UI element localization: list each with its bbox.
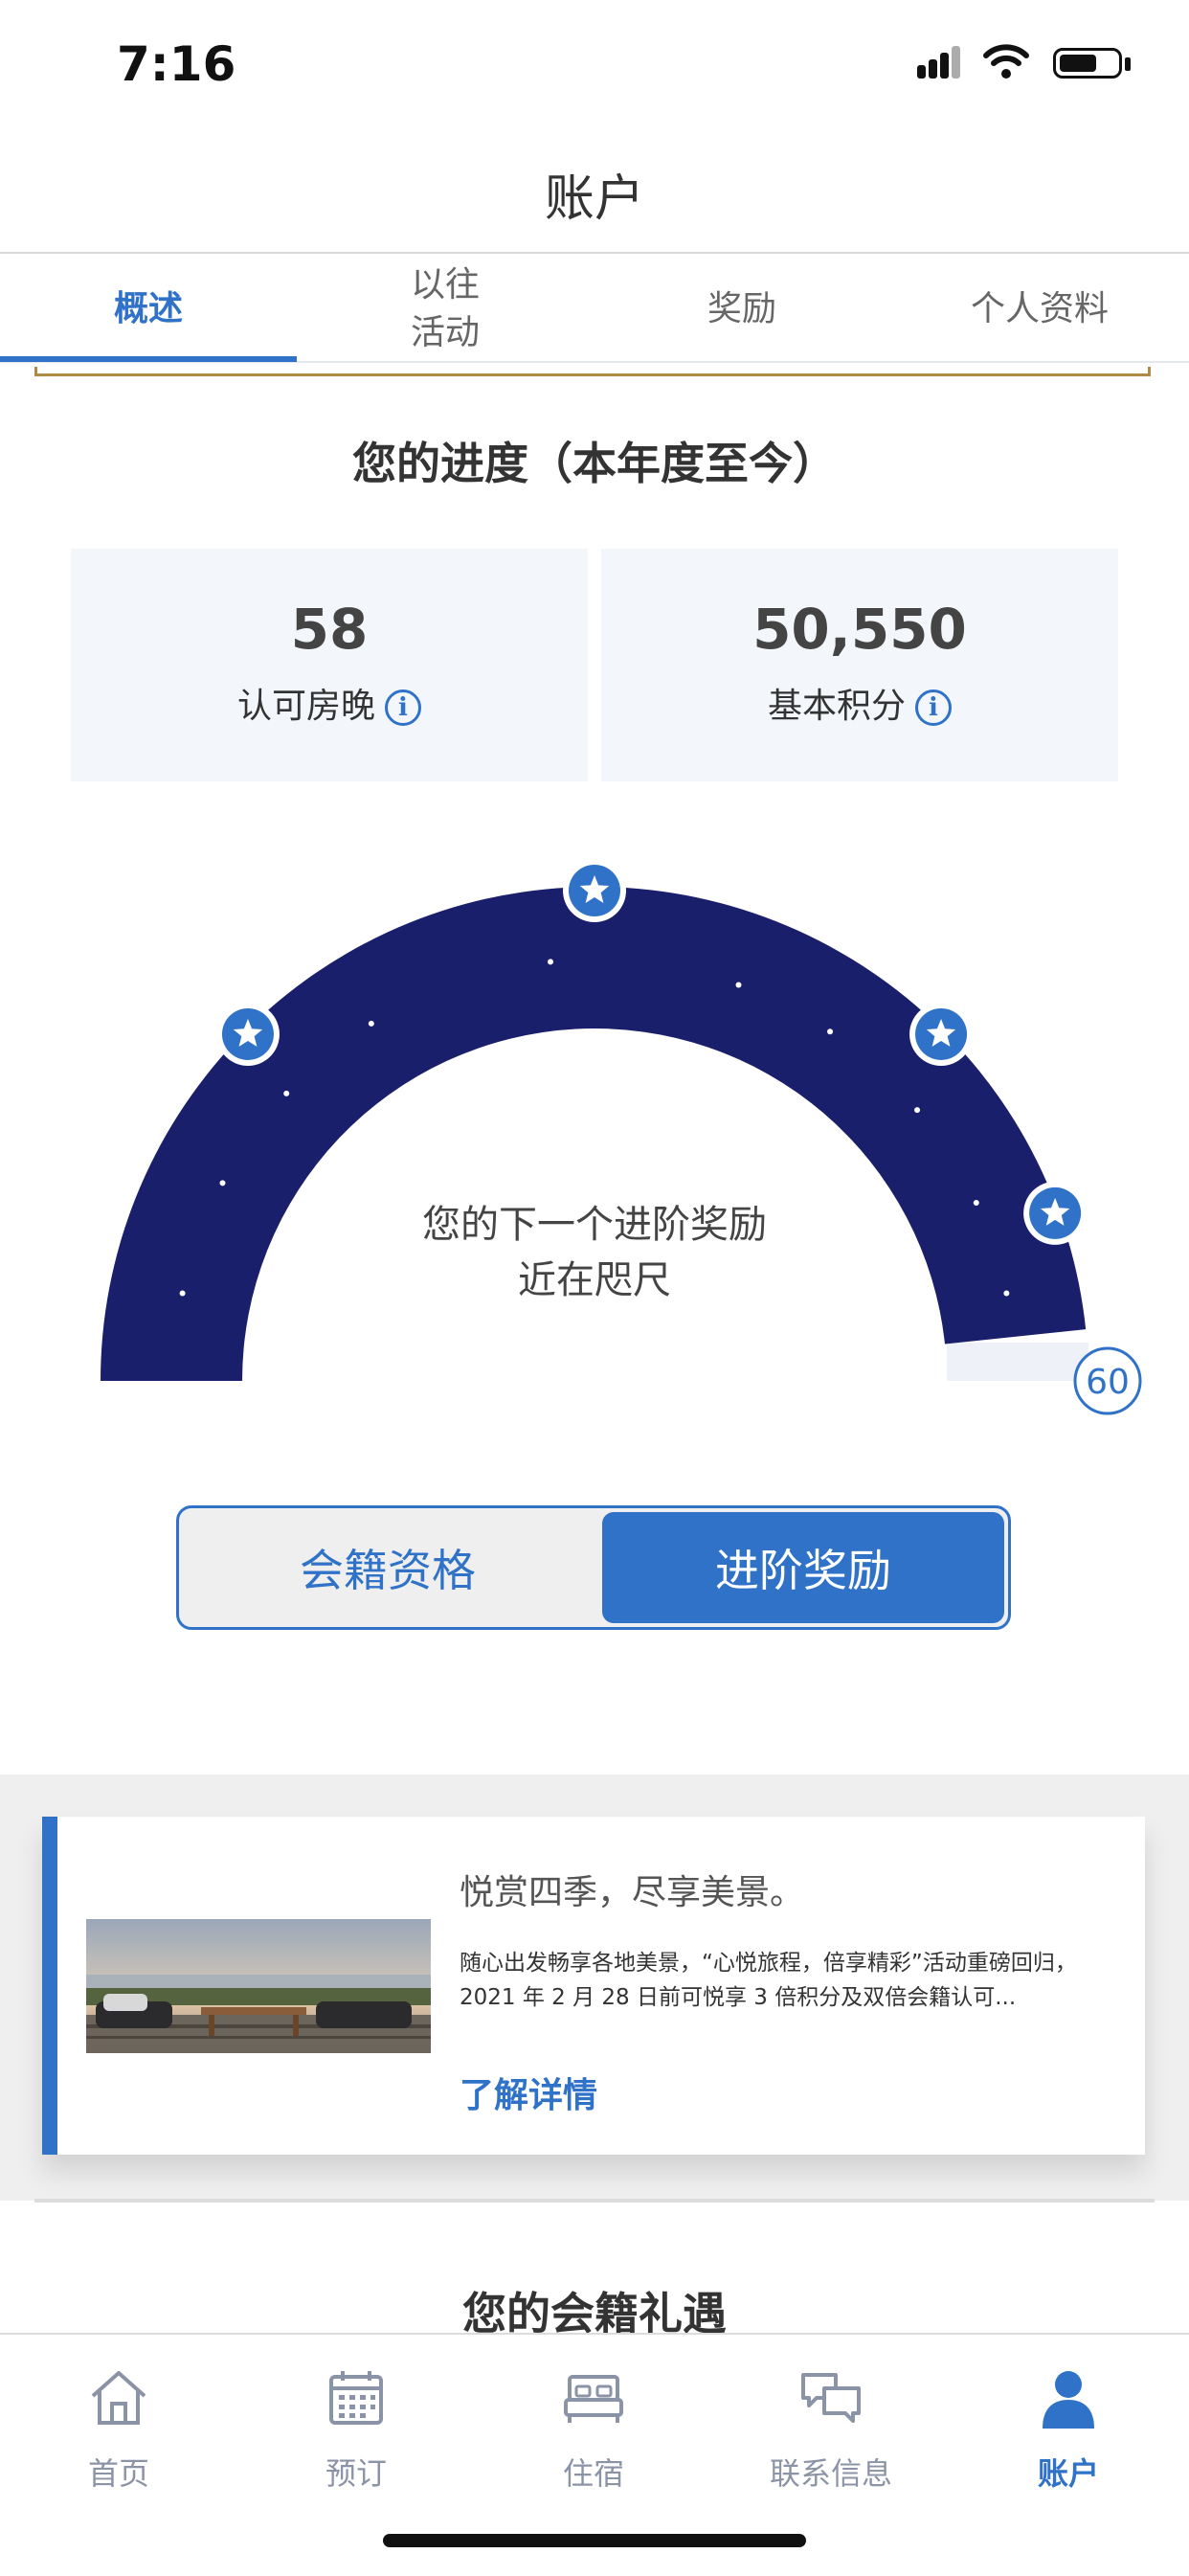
nav-account-label: 账户	[1037, 2455, 1099, 2492]
stat-card-nights: 58 认可房晚 i	[71, 549, 588, 781]
wifi-icon	[983, 44, 1029, 79]
progress-gauge: 60	[101, 859, 1142, 1415]
gauge-dot	[283, 1090, 290, 1096]
stat-card-points: 50,550 基本积分 i	[601, 549, 1118, 781]
learn-more-link[interactable]: 了解详情	[460, 2068, 597, 2117]
points-label: 基本积分	[767, 687, 906, 726]
segment-milestone-rewards-button[interactable]: 进阶奖励	[602, 1512, 1004, 1623]
nav-stays[interactable]: 住宿	[475, 2354, 712, 2497]
header-divider	[0, 252, 1189, 254]
gauge-message-line2: 近在咫尺	[518, 1258, 671, 1302]
promo-accent-bar	[42, 1817, 57, 2155]
promo-image	[86, 1919, 431, 2053]
nav-home-label: 首页	[87, 2455, 149, 2492]
gauge-dot	[914, 1107, 921, 1114]
promo-title: 悦赏四季，尽享美景。	[460, 1873, 805, 1912]
progress-title: 您的进度（本年度至今）	[352, 438, 837, 489]
gauge-dot	[219, 1180, 226, 1186]
battery-icon	[1053, 48, 1122, 79]
gauge-max-label: 60	[1086, 1363, 1130, 1402]
tab-overview[interactable]: 概述	[0, 257, 297, 362]
tab-past-activity[interactable]: 以往 活动	[297, 257, 594, 362]
home-indicator	[383, 2534, 806, 2547]
cellular-signal-icon	[917, 46, 961, 80]
page-title: 账户	[544, 170, 644, 228]
tab-rewards[interactable]: 奖励	[594, 257, 890, 362]
nav-contact-label: 联系信息	[769, 2455, 892, 2492]
segmented-control: 会籍资格 进阶奖励	[176, 1505, 1011, 1630]
gauge-remaining-track	[947, 1343, 1088, 1381]
gauge-message-line1: 您的下一个进阶奖励	[422, 1203, 767, 1247]
points-value: 50,550	[752, 597, 967, 662]
status-time: 7:16	[117, 36, 236, 92]
chat-icon	[801, 2373, 861, 2423]
nav-stays-label: 住宿	[562, 2455, 624, 2492]
nights-value: 58	[290, 597, 369, 662]
nav-home[interactable]: 首页	[0, 2354, 237, 2497]
person-icon	[1043, 2371, 1094, 2429]
info-icon[interactable]: i	[385, 689, 421, 726]
promo-card[interactable]: 悦赏四季，尽享美景。 随心出发畅享各地美景，“心悦旅程，倍享精彩”活动重磅回归，…	[42, 1817, 1145, 2155]
bed-icon	[564, 2375, 623, 2423]
active-tab-indicator	[0, 356, 297, 362]
home-icon	[91, 2371, 146, 2425]
info-icon[interactable]: i	[915, 689, 952, 726]
nav-booking-label: 预订	[325, 2455, 387, 2492]
tab-profile[interactable]: 个人资料	[890, 257, 1189, 362]
gauge-dot	[368, 1020, 374, 1027]
gauge-dot	[827, 1028, 834, 1035]
nav-booking[interactable]: 预订	[237, 2354, 475, 2497]
gauge-message: 您的下一个进阶奖励 近在咫尺	[0, 1197, 1189, 1308]
gauge-dot	[548, 959, 554, 965]
nights-label: 认可房晚	[236, 687, 375, 726]
nav-account[interactable]: 账户	[950, 2354, 1187, 2497]
gauge-dot	[735, 982, 742, 988]
segment-membership-button[interactable]: 会籍资格	[179, 1508, 596, 1627]
card-edge	[34, 367, 1151, 376]
promo-description: 随心出发畅享各地美景，“心悦旅程，倍享精彩”活动重磅回归，2021 年 2 月 …	[460, 1951, 1077, 2010]
calendar-icon	[329, 2371, 383, 2425]
section-divider	[34, 2199, 1155, 2203]
nav-contact[interactable]: 联系信息	[712, 2354, 950, 2497]
